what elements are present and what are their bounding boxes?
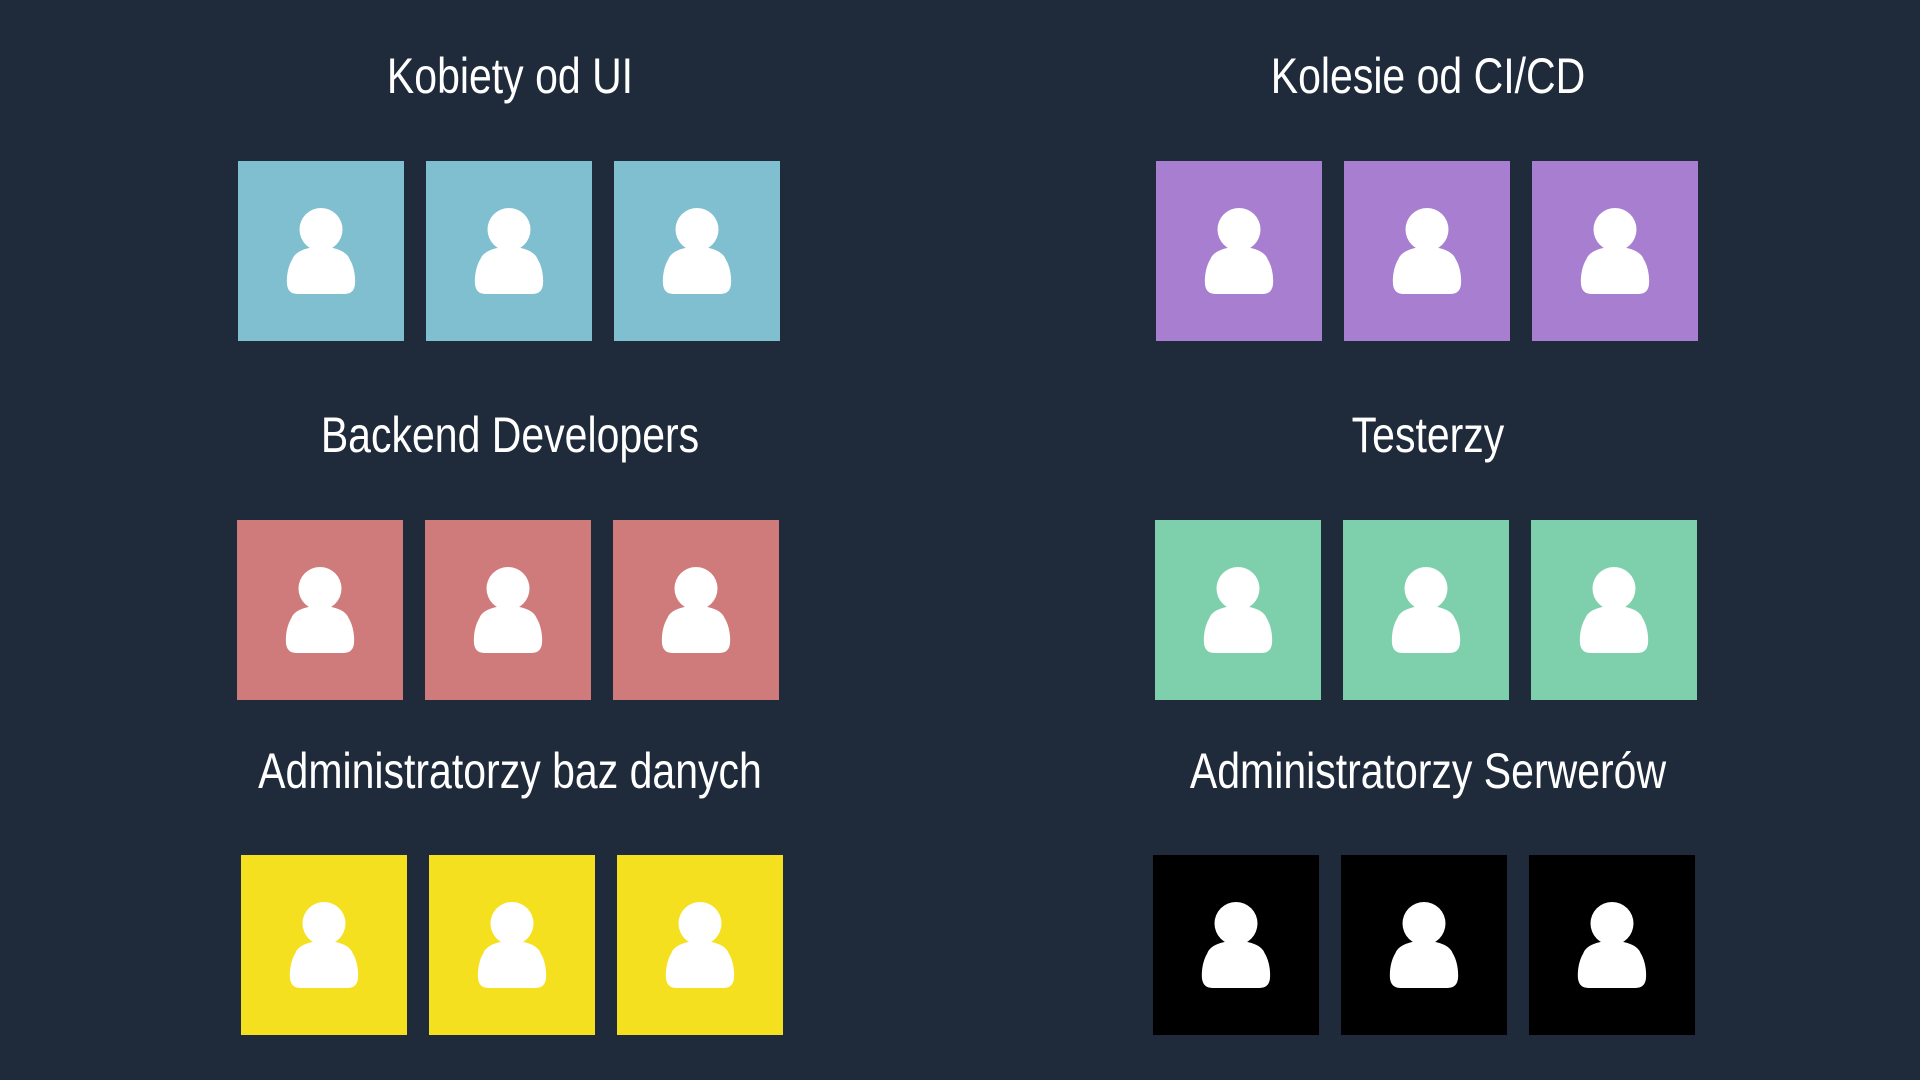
group-title: Kolesie od CI/CD bbox=[1270, 48, 1586, 104]
person-icon bbox=[289, 902, 359, 988]
member-tile bbox=[1343, 520, 1509, 700]
person-icon bbox=[473, 567, 543, 653]
member-tile bbox=[429, 855, 595, 1035]
group-tiles bbox=[1155, 520, 1697, 700]
member-tile bbox=[613, 520, 779, 700]
member-tile bbox=[1531, 520, 1697, 700]
member-tile bbox=[426, 161, 592, 341]
member-tile bbox=[614, 161, 780, 341]
person-icon bbox=[661, 567, 731, 653]
person-icon bbox=[1577, 902, 1647, 988]
team-roles-diagram: Kobiety od UI Kolesie od CI/CD Backend D… bbox=[0, 0, 1920, 1080]
member-tile bbox=[1341, 855, 1507, 1035]
group-tiles bbox=[238, 161, 780, 341]
group-title: Administratorzy Serwerów bbox=[1189, 743, 1667, 799]
person-icon bbox=[474, 208, 544, 294]
person-icon bbox=[1203, 567, 1273, 653]
member-tile bbox=[1344, 161, 1510, 341]
group-tiles bbox=[237, 520, 779, 700]
member-tile bbox=[1529, 855, 1695, 1035]
person-icon bbox=[286, 208, 356, 294]
member-tile bbox=[1153, 855, 1319, 1035]
member-tile bbox=[1156, 161, 1322, 341]
person-icon bbox=[477, 902, 547, 988]
person-icon bbox=[1389, 902, 1459, 988]
person-icon bbox=[1204, 208, 1274, 294]
person-icon bbox=[1579, 567, 1649, 653]
person-icon bbox=[1392, 208, 1462, 294]
member-tile bbox=[1155, 520, 1321, 700]
group-title: Kobiety od UI bbox=[386, 48, 634, 104]
person-icon bbox=[1201, 902, 1271, 988]
member-tile bbox=[237, 520, 403, 700]
group-title: Backend Developers bbox=[320, 407, 700, 463]
person-icon bbox=[1580, 208, 1650, 294]
person-icon bbox=[665, 902, 735, 988]
person-icon bbox=[1391, 567, 1461, 653]
group-tiles bbox=[1156, 161, 1698, 341]
group-tiles bbox=[1153, 855, 1695, 1035]
person-icon bbox=[662, 208, 732, 294]
member-tile bbox=[1532, 161, 1698, 341]
member-tile bbox=[238, 161, 404, 341]
member-tile bbox=[241, 855, 407, 1035]
person-icon bbox=[285, 567, 355, 653]
group-title: Testerzy bbox=[1351, 407, 1505, 463]
member-tile bbox=[617, 855, 783, 1035]
group-title: Administratorzy baz danych bbox=[258, 743, 762, 799]
member-tile bbox=[425, 520, 591, 700]
group-tiles bbox=[241, 855, 783, 1035]
